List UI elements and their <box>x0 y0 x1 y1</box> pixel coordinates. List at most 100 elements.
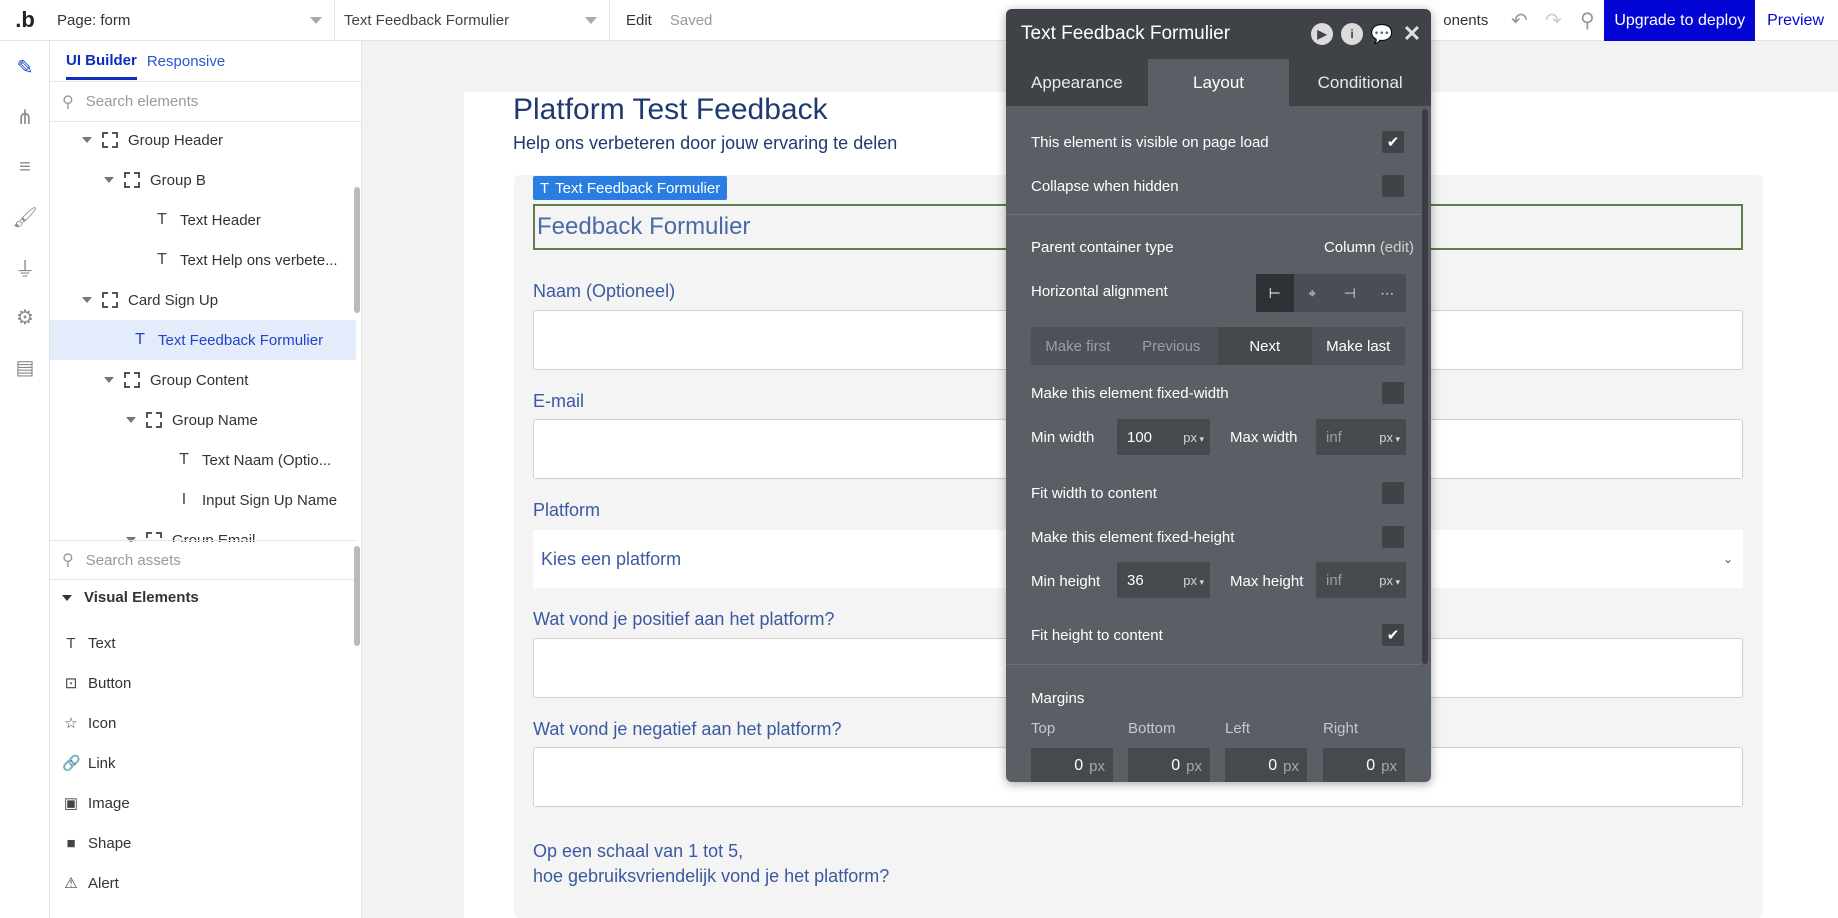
collapse-when-hidden-checkbox[interactable] <box>1382 175 1404 197</box>
min-width-unit[interactable]: px <box>1183 430 1210 445</box>
max-width-input[interactable]: inf px <box>1316 419 1406 455</box>
max-width-unit[interactable]: px <box>1379 430 1406 445</box>
asset-image[interactable]: ▣ Image <box>62 791 130 815</box>
property-editor-title[interactable]: Text Feedback Formulier <box>1021 23 1230 45</box>
tree-item-group-header[interactable]: Group Header <box>50 122 356 160</box>
form-subtitle[interactable]: Help ons verbeteren door jouw ervaring t… <box>513 133 897 154</box>
plugins-icon[interactable]: ⏚ <box>13 255 37 281</box>
logs-icon[interactable]: ▤ <box>13 355 37 379</box>
tree-scrollbar[interactable] <box>354 187 360 313</box>
element-selector-label: Text Feedback Formulier <box>344 11 510 29</box>
tree-item-group-email[interactable]: Group Email <box>50 520 356 542</box>
align-left-icon[interactable]: ⊢ <box>1256 274 1294 312</box>
label-positive[interactable]: Wat vond je positief aan het platform? <box>533 609 835 630</box>
design-icon[interactable]: ✎ <box>13 55 37 79</box>
min-height-input[interactable]: 36 px <box>1117 562 1210 598</box>
align-stretch-icon[interactable]: ⋯ <box>1369 274 1407 312</box>
search-elements-input[interactable]: ⚲ Search elements <box>50 82 361 122</box>
element-selector[interactable]: Text Feedback Formulier <box>335 0 610 41</box>
upgrade-to-deploy-button[interactable]: Upgrade to deploy <box>1604 0 1756 41</box>
fit-height-checkbox[interactable]: ✔ <box>1382 624 1404 646</box>
fit-width-checkbox[interactable] <box>1382 482 1404 504</box>
asset-label: Button <box>88 674 132 692</box>
label-email[interactable]: E-mail <box>533 391 584 412</box>
workflow-icon[interactable]: ⋔ <box>13 105 37 129</box>
fixed-height-checkbox[interactable] <box>1382 526 1404 548</box>
components-button[interactable]: onents <box>1443 12 1488 29</box>
tree-item-text-feedback-formulier[interactable]: T Text Feedback Formulier <box>50 320 356 360</box>
preview-button[interactable]: Preview <box>1755 0 1838 41</box>
tree-item-label: Text Header <box>180 211 261 229</box>
assets-scrollbar[interactable] <box>354 546 360 646</box>
tree-item-group-b[interactable]: Group B <box>50 160 356 200</box>
previous-button[interactable]: Previous <box>1125 327 1219 365</box>
page-selector[interactable]: Page: form <box>50 0 335 41</box>
min-width-input[interactable]: 100 px <box>1117 419 1210 455</box>
margin-top-input[interactable]: 0 px <box>1031 748 1113 782</box>
divider <box>1006 214 1421 215</box>
tree-item-text-naam[interactable]: T Text Naam (Optio... <box>50 440 356 480</box>
tree-item-card-sign-up[interactable]: Card Sign Up <box>50 280 356 320</box>
visual-elements-header[interactable]: Visual Elements <box>62 589 199 606</box>
asset-link[interactable]: 🔗 Link <box>62 751 116 775</box>
margin-right-input[interactable]: 0 px <box>1323 748 1405 782</box>
group-icon <box>124 172 140 188</box>
fixed-width-checkbox[interactable] <box>1382 382 1404 404</box>
tree-item-text-header[interactable]: T Text Header <box>50 200 356 240</box>
label-naam[interactable]: Naam (Optioneel) <box>533 281 675 302</box>
settings-icon[interactable]: ⚙ <box>13 305 37 329</box>
tree-item-label: Group Name <box>172 411 258 429</box>
next-button[interactable]: Next <box>1218 327 1312 365</box>
tab-conditional[interactable]: Conditional <box>1289 59 1431 106</box>
property-editor-header[interactable]: Text Feedback Formulier ▶ i 💬 ✕ <box>1006 9 1431 59</box>
chevron-down-icon <box>585 16 597 24</box>
comment-icon[interactable]: 💬 <box>1371 23 1393 45</box>
form-title[interactable]: Platform Test Feedback <box>513 93 828 127</box>
styles-icon[interactable]: 🖌 <box>12 205 37 229</box>
tab-layout[interactable]: Layout <box>1147 59 1290 106</box>
container-type-edit-link[interactable]: (edit) <box>1380 239 1414 256</box>
label-scale[interactable]: Op een schaal van 1 tot 5, hoe gebruiksv… <box>533 839 889 889</box>
margin-left-input[interactable]: 0 px <box>1225 748 1307 782</box>
tree-item-input-sign-up-name[interactable]: I Input Sign Up Name <box>50 480 356 520</box>
info-icon[interactable]: i <box>1341 23 1363 45</box>
make-first-button[interactable]: Make first <box>1031 327 1125 365</box>
asset-button[interactable]: ⊡ Button <box>62 671 132 695</box>
label-scale-line1: Op een schaal van 1 tot 5, <box>533 841 744 861</box>
margin-bottom-input[interactable]: 0 px <box>1128 748 1210 782</box>
align-right-icon[interactable]: ⊣ <box>1331 274 1369 312</box>
play-icon[interactable]: ▶ <box>1311 23 1333 45</box>
max-height-unit[interactable]: px <box>1379 573 1406 588</box>
asset-label: Shape <box>88 834 132 852</box>
search-icon[interactable]: ⚲ <box>1570 0 1604 41</box>
min-height-label: Min height <box>1031 573 1101 590</box>
visible-on-load-checkbox[interactable]: ✔ <box>1382 131 1404 153</box>
undo-icon[interactable]: ↶ <box>1502 0 1536 41</box>
tab-responsive[interactable]: Responsive <box>147 53 225 70</box>
expand-toggle <box>104 375 114 385</box>
property-editor-scrollbar[interactable] <box>1422 109 1428 664</box>
make-last-button[interactable]: Make last <box>1312 327 1406 365</box>
label-platform[interactable]: Platform <box>533 500 600 521</box>
max-height-input[interactable]: inf px <box>1316 562 1406 598</box>
asset-icon[interactable]: ☆ Icon <box>62 711 116 735</box>
data-icon[interactable]: ≡ <box>13 155 37 179</box>
asset-alert[interactable]: ⚠ Alert <box>62 871 119 895</box>
align-center-icon[interactable]: ⌖ <box>1294 274 1332 312</box>
search-assets-input[interactable]: ⚲ Search assets <box>50 540 356 580</box>
asset-shape[interactable]: ■ Shape <box>62 831 131 855</box>
label-negative[interactable]: Wat vond je negatief aan het platform? <box>533 719 842 740</box>
min-height-unit[interactable]: px <box>1183 573 1210 588</box>
tab-ui-builder[interactable]: UI Builder <box>66 42 137 80</box>
tree-item-text-help[interactable]: T Text Help ons verbete... <box>50 240 356 280</box>
tree-item-group-name[interactable]: Group Name <box>50 400 356 440</box>
top-bar: .b Page: form Text Feedback Formulier Ed… <box>0 0 1838 41</box>
close-icon[interactable]: ✕ <box>1401 21 1423 46</box>
asset-text[interactable]: T Text <box>62 631 115 655</box>
bubble-logo[interactable]: .b <box>0 0 50 41</box>
redo-icon[interactable]: ↷ <box>1536 0 1570 41</box>
tree-item-group-content[interactable]: Group Content <box>50 360 356 400</box>
edit-menu[interactable]: Edit <box>626 12 652 29</box>
container-type-value[interactable]: Column (edit) <box>1324 239 1414 256</box>
tab-appearance[interactable]: Appearance <box>1006 59 1148 106</box>
